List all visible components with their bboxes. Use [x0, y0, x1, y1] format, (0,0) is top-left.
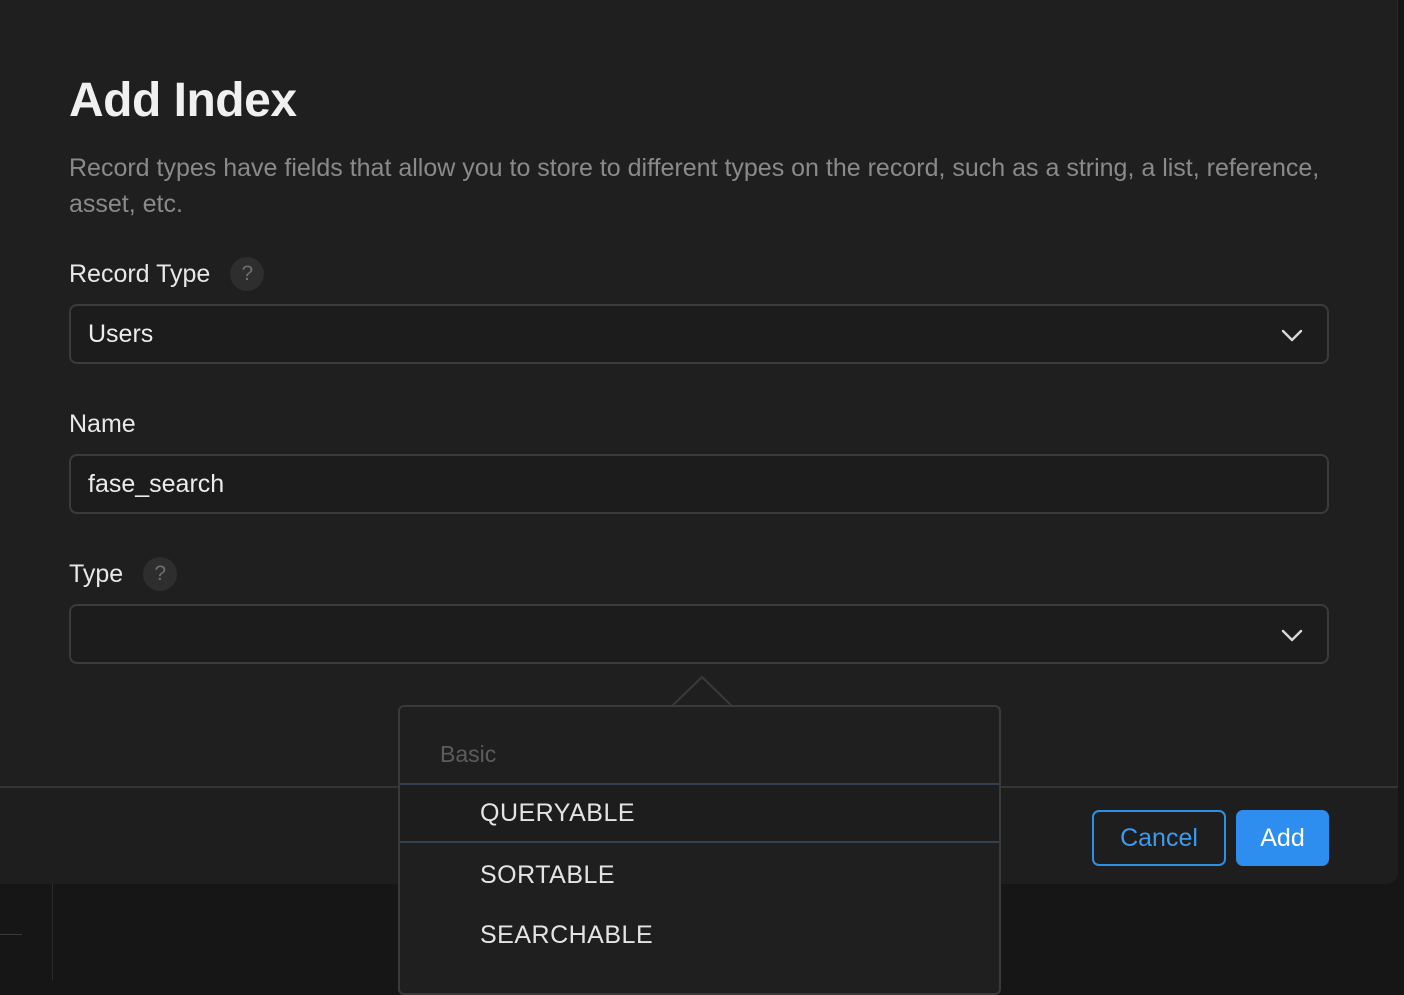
record-type-label-row: Record Type ?	[69, 254, 265, 294]
popover-arrow	[672, 676, 732, 707]
chevron-down-icon	[1281, 629, 1303, 642]
name-field-wrapper	[69, 454, 1329, 514]
cancel-button[interactable]: Cancel	[1092, 810, 1226, 866]
background-divider	[52, 884, 53, 980]
record-type-select[interactable]: Users	[69, 304, 1329, 364]
type-label-row: Type ?	[69, 554, 178, 594]
name-label-row: Name	[69, 404, 136, 444]
record-type-selected-value: Users	[88, 319, 154, 348]
chevron-down-icon	[1281, 329, 1303, 342]
dialog-description: Record types have fields that allow you …	[69, 154, 1320, 218]
option-searchable[interactable]: SEARCHABLE	[400, 905, 999, 965]
name-input[interactable]	[88, 469, 1268, 499]
help-icon[interactable]: ?	[230, 257, 265, 291]
option-queryable[interactable]: QUERYABLE	[400, 783, 999, 843]
section-label-basic: Basic	[440, 741, 497, 767]
name-label: Name	[69, 409, 136, 438]
dialog-title: Add Index	[69, 74, 297, 127]
background-divider	[0, 934, 22, 935]
type-select[interactable]	[69, 604, 1329, 664]
add-button[interactable]: Add	[1236, 810, 1329, 866]
option-sortable[interactable]: SORTABLE	[400, 845, 999, 905]
type-dropdown-menu: Basic QUERYABLE SORTABLE SEARCHABLE	[398, 705, 1001, 995]
type-label: Type	[69, 559, 124, 588]
help-icon[interactable]: ?	[143, 557, 178, 591]
record-type-label: Record Type	[69, 259, 211, 288]
